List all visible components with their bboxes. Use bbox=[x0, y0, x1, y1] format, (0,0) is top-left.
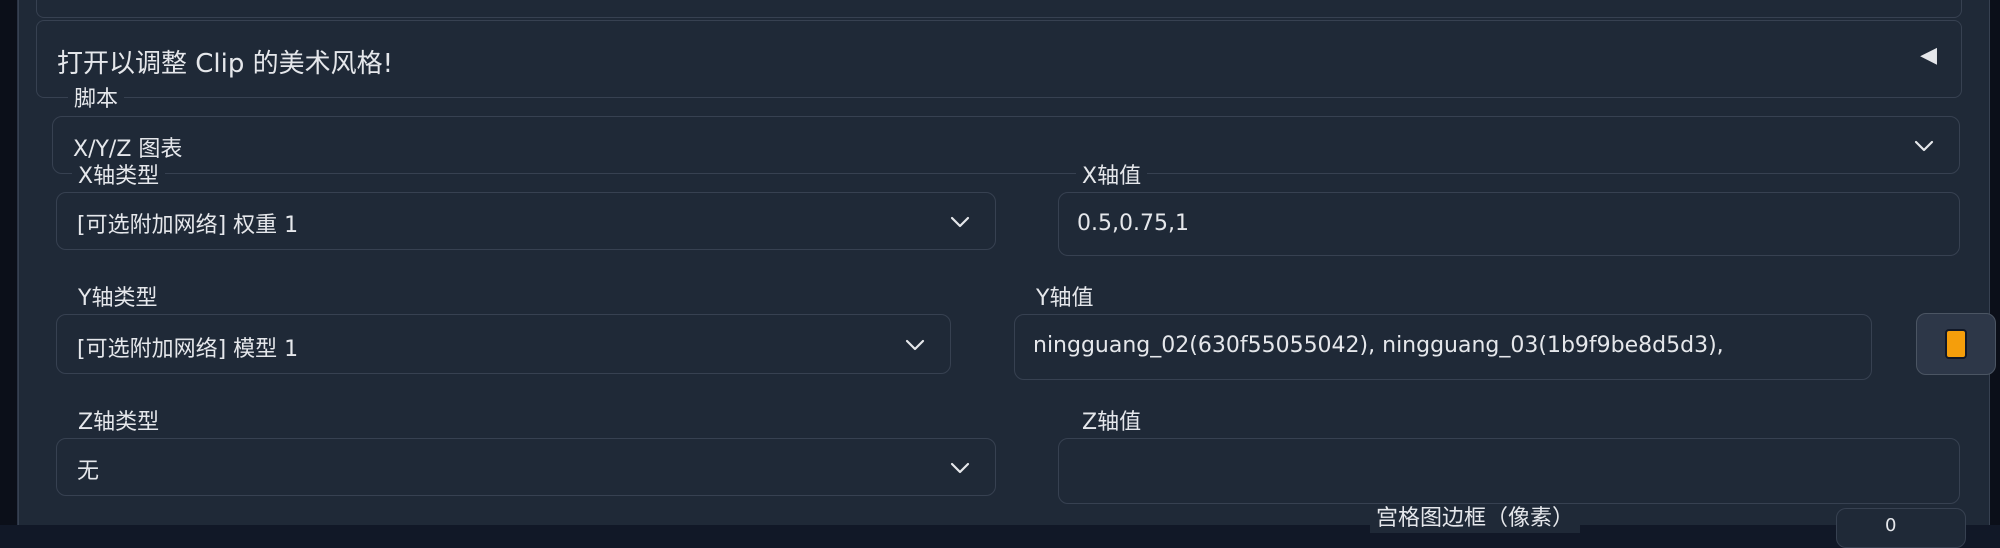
y-type-label: Y轴类型 bbox=[72, 285, 164, 313]
script-dropdown-value: X/Y/Z 图表 bbox=[73, 137, 183, 162]
y-values-text: ningguang_02(630f55055042), ningguang_03… bbox=[1033, 333, 1724, 358]
y-type-dropdown[interactable]: [可选附加网络] 模型 1 bbox=[56, 314, 951, 374]
x-type-dropdown[interactable]: [可选附加网络] 权重 1 bbox=[56, 192, 996, 250]
y-values-label: Y轴值 bbox=[1030, 285, 1100, 313]
x-type-value: [可选附加网络] 权重 1 bbox=[77, 213, 299, 238]
grid-margin-value: 0 bbox=[1885, 515, 1897, 536]
z-type-value: 无 bbox=[77, 459, 100, 484]
chevron-down-icon bbox=[1907, 129, 1941, 163]
y-values-input[interactable]: ningguang_02(630f55055042), ningguang_03… bbox=[1014, 314, 1872, 380]
x-values-text: 0.5,0.75,1 bbox=[1077, 211, 1189, 236]
triangle-left-icon[interactable]: ◀ bbox=[1920, 43, 1937, 68]
z-type-label: Z轴类型 bbox=[72, 409, 166, 437]
z-type-dropdown[interactable]: 无 bbox=[56, 438, 996, 496]
x-values-input[interactable]: 0.5,0.75,1 bbox=[1058, 192, 1960, 256]
clip-style-accordion[interactable]: 打开以调整 Clip 的美术风格! ◀ bbox=[36, 20, 1962, 98]
y-type-value: [可选附加网络] 模型 1 bbox=[77, 337, 299, 362]
x-values-label: X轴值 bbox=[1076, 163, 1148, 191]
script-dropdown[interactable]: X/Y/Z 图表 bbox=[52, 116, 1960, 174]
fill-values-icon bbox=[1945, 329, 1967, 359]
script-label: 脚本 bbox=[68, 86, 125, 114]
left-panel-edge bbox=[0, 0, 18, 525]
chevron-down-icon bbox=[943, 451, 977, 485]
scrollbar-track[interactable] bbox=[1990, 0, 2000, 525]
grid-margin-label: 宫格图边框（像素） bbox=[1370, 505, 1581, 533]
fill-values-button[interactable] bbox=[1916, 313, 1996, 375]
grid-margin-number[interactable]: 0 bbox=[1836, 508, 1966, 548]
chevron-down-icon bbox=[898, 328, 932, 362]
chevron-down-icon bbox=[943, 205, 977, 239]
accordion-title: 打开以调整 Clip 的美术风格! bbox=[57, 49, 394, 79]
x-type-label: X轴类型 bbox=[72, 163, 166, 191]
previous-section bbox=[36, 0, 1962, 18]
z-values-input[interactable] bbox=[1058, 438, 1960, 504]
z-values-label: Z轴值 bbox=[1076, 409, 1148, 437]
